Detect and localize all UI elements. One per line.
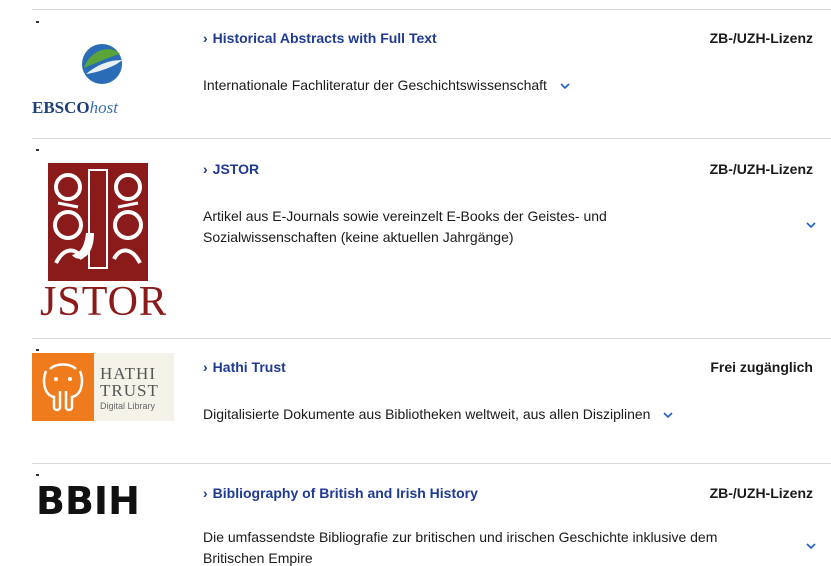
database-list: EBSCOhost › Historical Abstracts with Ful…	[0, 0, 831, 566]
list-item-historical-abstracts: EBSCOhost › Historical Abstracts with Ful…	[32, 10, 831, 137]
database-description: Internationale Fachliteratur der Geschic…	[203, 75, 573, 96]
ebsco-globe-icon	[82, 44, 122, 84]
description-line: Die umfassendste Bibliografie zur britis…	[203, 529, 718, 545]
database-title: Bibliography of British and Irish Histor…	[212, 485, 478, 501]
list-item-bbih: BBIH › Bibliography of British and Irish …	[32, 464, 831, 566]
license-label: ZB-/UZH-Lizenz	[709, 161, 813, 177]
list-item-hathi-trust: HATHI TRUST Digital Library › Hathi Trust…	[32, 339, 831, 463]
license-label: Frei zugänglich	[710, 359, 813, 375]
description-text: Digitalisierte Dokumente aus Bibliotheke…	[203, 406, 651, 422]
database-title-link[interactable]: › Hathi Trust	[203, 359, 286, 375]
chevron-right-icon: ›	[203, 485, 208, 501]
description-line: Artikel aus E-Journals sowie vereinzelt …	[203, 208, 607, 224]
database-title-link[interactable]: › Historical Abstracts with Full Text	[203, 30, 437, 46]
database-title-link[interactable]: › JSTOR	[203, 161, 259, 177]
license-label: ZB-/UZH-Lizenz	[709, 485, 813, 501]
jstor-logo: JSTOR	[32, 157, 166, 332]
list-item-jstor: JSTOR › JSTOR ZB-/UZH-Lizenz Artikel aus …	[32, 139, 831, 338]
ebsco-wordmark: EBSCOhost	[32, 98, 118, 117]
hathi-tagline: Digital Library	[100, 401, 156, 411]
chevron-down-icon[interactable]	[803, 538, 819, 554]
chevron-right-icon: ›	[203, 30, 208, 46]
chevron-down-icon[interactable]	[557, 78, 573, 94]
bbih-wordmark: BBIH	[36, 482, 140, 522]
chevron-down-icon[interactable]	[660, 407, 676, 423]
database-description: Digitalisierte Dokumente aus Bibliotheke…	[203, 404, 676, 425]
ebsco-logo: EBSCOhost	[32, 40, 172, 130]
jstor-ornament-icon	[48, 163, 148, 281]
description-line: Sozialwissenschaften (keine aktuellen Ja…	[203, 229, 514, 245]
chevron-right-icon: ›	[203, 161, 208, 177]
jstor-wordmark: JSTOR	[40, 279, 166, 325]
chevron-right-icon: ›	[203, 359, 208, 375]
database-title: Hathi Trust	[212, 359, 286, 375]
hathi-trust-logo: HATHI TRUST Digital Library	[32, 353, 174, 421]
hathi-wordmark-line: TRUST	[100, 381, 159, 400]
database-description: Die umfassendste Bibliografie zur britis…	[203, 527, 813, 566]
database-title: JSTOR	[212, 161, 260, 177]
chevron-down-icon[interactable]	[803, 217, 819, 233]
database-description: Artikel aus E-Journals sowie vereinzelt …	[203, 206, 723, 248]
bbih-logo: BBIH	[32, 482, 166, 522]
database-title: Historical Abstracts with Full Text	[212, 30, 437, 46]
database-title-link[interactable]: › Bibliography of British and Irish Histo…	[203, 485, 478, 501]
elephant-icon	[42, 363, 84, 412]
description-line: Britischen Empire	[203, 550, 313, 566]
license-label: ZB-/UZH-Lizenz	[709, 30, 813, 46]
description-text: Internationale Fachliteratur der Geschic…	[203, 77, 547, 93]
